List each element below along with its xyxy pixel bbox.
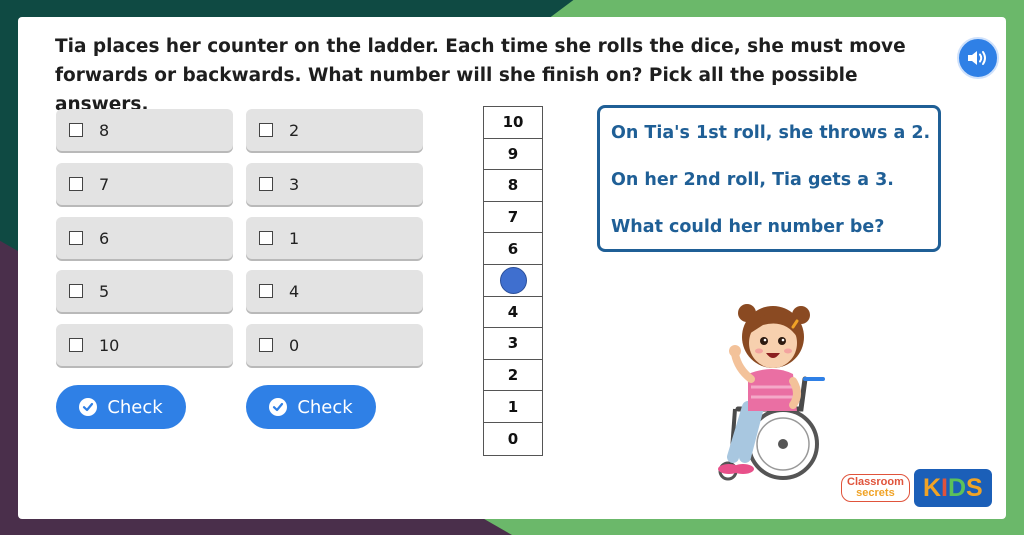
option-6[interactable]: 6 xyxy=(56,217,233,259)
kids-badge: K I D S xyxy=(913,469,992,507)
girl-wheelchair-illustration xyxy=(718,304,825,481)
info-line-2: On her 2nd roll, Tia gets a 3. xyxy=(611,170,894,190)
option-2[interactable]: 2 xyxy=(246,109,423,151)
checkbox[interactable] xyxy=(259,231,273,245)
ladder-rung: 7 xyxy=(484,202,542,234)
ladder-rung: 6 xyxy=(484,233,542,265)
option-label: 0 xyxy=(289,335,300,355)
option-label: 8 xyxy=(99,120,110,140)
option-label: 10 xyxy=(99,335,120,355)
checkbox[interactable] xyxy=(69,123,83,137)
classroom-secrets-kids-logo: Classroom secrets K I D S xyxy=(841,469,992,507)
option-label: 4 xyxy=(289,281,300,301)
checkbox[interactable] xyxy=(69,338,83,352)
question-card: Tia places her counter on the ladder. Ea… xyxy=(18,17,1006,519)
info-line-3: What could her number be? xyxy=(611,217,885,237)
ladder-rung: 0 xyxy=(507,429,519,448)
option-1[interactable]: 1 xyxy=(246,217,423,259)
counter-token xyxy=(499,266,527,294)
option-label: 1 xyxy=(289,228,300,248)
info-box: On Tia's 1st roll, she throws a 2. On he… xyxy=(597,105,941,252)
check-circle-icon xyxy=(79,398,98,416)
checkbox[interactable] xyxy=(259,177,273,191)
checkbox[interactable] xyxy=(259,338,273,352)
option-label: 7 xyxy=(99,174,110,194)
option-4[interactable]: 4 xyxy=(246,270,423,312)
option-3[interactable]: 3 xyxy=(246,163,423,205)
option-label: 6 xyxy=(99,228,110,248)
audio-button[interactable] xyxy=(957,37,999,79)
check-label: Check xyxy=(297,396,353,418)
check-button-right[interactable]: Check xyxy=(246,385,376,429)
option-7[interactable]: 7 xyxy=(56,163,233,205)
ladder-rung: 1 xyxy=(484,391,542,423)
number-ladder: 10 9 8 7 6 4 3 2 1 0 xyxy=(483,106,543,456)
option-10[interactable]: 10 xyxy=(56,324,233,366)
checkbox[interactable] xyxy=(259,123,273,137)
speaker-icon xyxy=(968,51,986,65)
ladder-rung: 8 xyxy=(484,170,542,202)
kids-letter-d: D xyxy=(947,473,967,502)
kids-letter-i: I xyxy=(941,473,948,502)
ladder-rung: 4 xyxy=(484,297,542,329)
option-label: 2 xyxy=(289,120,300,140)
kids-letter-s: S xyxy=(966,473,983,502)
checkbox[interactable] xyxy=(69,177,83,191)
ladder-rung: 9 xyxy=(484,139,542,171)
option-label: 3 xyxy=(289,174,300,194)
check-button-left[interactable]: Check xyxy=(56,385,186,429)
classroom-secrets-wordmark: Classroom secrets xyxy=(841,474,910,502)
checkbox[interactable] xyxy=(69,231,83,245)
question-line-1: Tia places her counter on the ladder. Ea… xyxy=(55,36,906,57)
info-line-1: On Tia's 1st roll, she throws a 2. xyxy=(611,123,931,143)
ladder-rung: 2 xyxy=(484,360,542,392)
ladder-rung-counter xyxy=(484,265,542,297)
option-0[interactable]: 0 xyxy=(246,324,423,366)
option-8[interactable]: 8 xyxy=(56,109,233,151)
option-label: 5 xyxy=(99,281,110,301)
check-circle-icon xyxy=(269,398,288,416)
checkbox[interactable] xyxy=(259,284,273,298)
checkbox[interactable] xyxy=(69,284,83,298)
ladder-rung: 10 xyxy=(484,107,542,139)
option-5[interactable]: 5 xyxy=(56,270,233,312)
logo-brand-line-2: secrets xyxy=(856,487,895,499)
ladder-rung: 3 xyxy=(484,328,542,360)
kids-letter-k: K xyxy=(922,473,942,502)
check-label: Check xyxy=(107,396,163,418)
